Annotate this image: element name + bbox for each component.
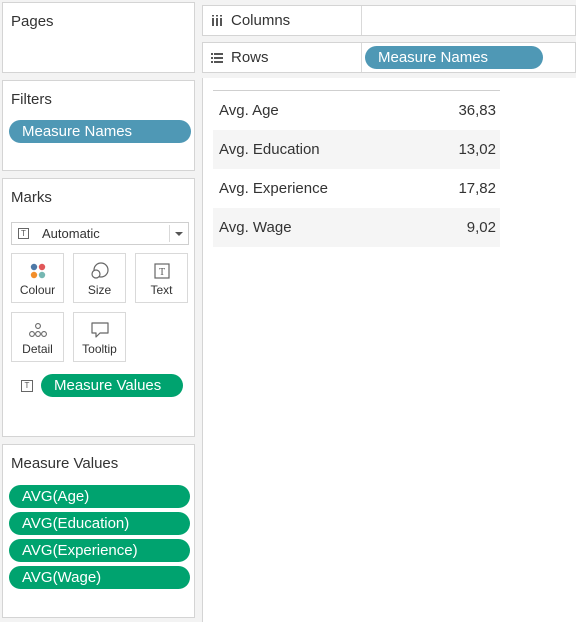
filters-card[interactable]: Filters Measure Names [2, 80, 195, 171]
measure-pill-avg-education[interactable]: AVG(Education) [9, 512, 190, 535]
size-label: Size [87, 283, 112, 297]
row-header[interactable]: Avg. Experience [213, 169, 424, 208]
colour-button[interactable]: Colour [11, 253, 64, 303]
measure-value-cell[interactable]: 36,83 [424, 91, 500, 130]
measure-value-cell[interactable]: 17,82 [424, 169, 500, 208]
row-header[interactable]: Avg. Education [213, 129, 424, 169]
text-label: Text [150, 283, 173, 297]
marks-title: Marks [11, 189, 52, 206]
rows-label: Rows [231, 49, 269, 66]
text-button[interactable]: T Text [135, 253, 188, 303]
columns-icon [211, 14, 223, 32]
row-header[interactable]: Avg. Age [213, 91, 424, 130]
tooltip-icon [74, 321, 125, 339]
pages-title: Pages [11, 13, 54, 30]
rows-icon [211, 51, 223, 69]
measure-pill-avg-wage[interactable]: AVG(Wage) [9, 566, 190, 589]
filters-title: Filters [11, 91, 52, 108]
colour-label: Colour [19, 283, 56, 297]
detail-icon [12, 321, 63, 339]
text-mark-icon: T [21, 380, 33, 392]
measure-pill-avg-experience[interactable]: AVG(Experience) [9, 539, 190, 562]
detail-button[interactable]: Detail [11, 312, 64, 362]
tooltip-label: Tooltip [82, 342, 117, 356]
mark-type-dropdown[interactable]: T Automatic [11, 222, 189, 245]
rows-pill-measure-names[interactable]: Measure Names [365, 46, 543, 69]
chevron-down-icon[interactable] [175, 232, 183, 236]
marks-pill-measure-values[interactable]: Measure Values [41, 374, 183, 397]
marks-card: Marks T Automatic Colour Size T Text Det… [2, 178, 195, 437]
tooltip-button[interactable]: Tooltip [73, 312, 126, 362]
colour-icon [12, 262, 63, 280]
view-canvas: Avg. Age 36,83 Avg. Education 13,02 Avg. Exp… [202, 78, 576, 622]
measure-values-card: Measure Values AVG(Age) AVG(Education) A… [2, 444, 195, 618]
table-row[interactable]: Avg. Experience 17,82 [213, 169, 500, 208]
row-header[interactable]: Avg. Wage [213, 207, 424, 247]
shelf-divider [361, 43, 362, 72]
text-icon: T [136, 262, 187, 280]
table-row[interactable]: Avg. Wage 9,02 [213, 207, 500, 247]
measure-value-cell[interactable]: 13,02 [423, 129, 500, 169]
measure-value-cell[interactable]: 9,02 [423, 207, 500, 247]
vertical-divider [169, 225, 170, 242]
filter-pill-measure-names[interactable]: Measure Names [9, 120, 191, 143]
rows-shelf[interactable]: Rows Measure Names [202, 42, 576, 73]
columns-label: Columns [231, 12, 291, 29]
svg-text:T: T [158, 267, 164, 278]
text-mark-icon: T [18, 228, 29, 239]
mark-type-label: Automatic [42, 226, 100, 241]
columns-shelf[interactable]: Columns [202, 5, 576, 36]
size-icon [74, 262, 125, 280]
table-row[interactable]: Avg. Age 36,83 [213, 91, 500, 130]
detail-label: Detail [22, 342, 53, 356]
table-row[interactable]: Avg. Education 13,02 [213, 129, 500, 169]
measure-values-title: Measure Values [11, 455, 119, 472]
shelf-divider [361, 6, 362, 35]
size-button[interactable]: Size [73, 253, 126, 303]
pages-card[interactable]: Pages [2, 2, 195, 73]
text-table: Avg. Age 36,83 Avg. Education 13,02 Avg. Exp… [213, 91, 500, 247]
measure-pill-avg-age[interactable]: AVG(Age) [9, 485, 190, 508]
